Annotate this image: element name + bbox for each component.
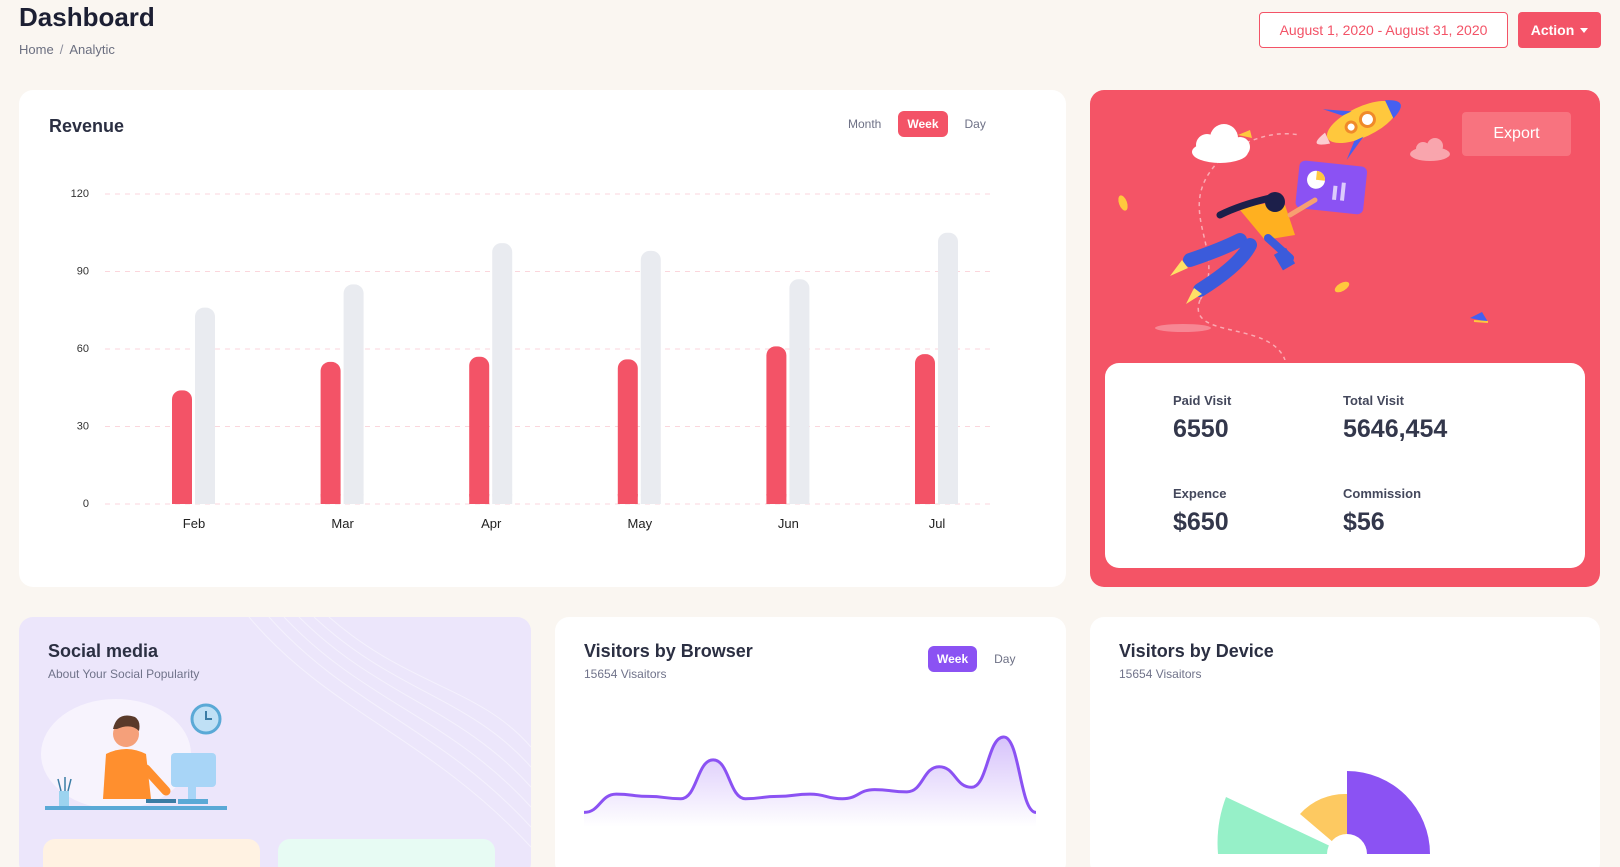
stat-expence: Expence $650 [1173, 486, 1229, 537]
bar-base [915, 494, 935, 504]
stat-label: Commission [1343, 486, 1422, 501]
stat-paid-visit: Paid Visit 6550 [1173, 393, 1231, 444]
bar-mar-series-1 [320, 361, 341, 504]
caret-down-icon [1580, 27, 1589, 33]
revenue-card: Revenue Month Week Day 0 30 60 90 120 Feb Mar A… [19, 90, 1066, 587]
bar-jun-series-1 [766, 346, 787, 504]
breadcrumb-home[interactable]: Home [19, 42, 54, 57]
bar-may-series-1 [617, 359, 638, 504]
promo-card: Export Paid Visit 6550 Total Visit 5646,… [1090, 90, 1600, 587]
stat-value: 6550 [1173, 415, 1229, 443]
revenue-bar-chart: 0 30 60 90 120 Feb Mar Apr May Jun Jul [71, 188, 994, 531]
bar-base [172, 494, 192, 504]
x-tick-label: Jun [778, 516, 799, 531]
stat-label: Total Visit [1343, 393, 1404, 408]
bar-mar-series-2 [343, 284, 364, 504]
stat-value: $650 [1173, 508, 1229, 536]
social-stat-card-1[interactable] [43, 839, 260, 867]
page-title: Dashboard [19, 2, 155, 32]
y-tick-label: 90 [77, 266, 89, 278]
social-stat-card-2[interactable] [278, 839, 495, 867]
breadcrumb-separator: / [59, 42, 64, 57]
stat-value: 5646,454 [1343, 415, 1448, 443]
action-label: Action [1530, 22, 1575, 38]
device-polar-chart [1217, 771, 1430, 867]
bar-base [343, 494, 364, 504]
area-fill [584, 737, 1036, 827]
x-tick-label: Feb [183, 516, 205, 531]
bar-jul-series-2 [938, 232, 958, 504]
visitors-by-browser-card: Visitors by Browser 15654 Visaitors Week… [555, 617, 1066, 867]
browser-area-chart [583, 735, 1037, 827]
date-range-picker[interactable]: August 1, 2020 - August 31, 2020 [1259, 12, 1508, 48]
y-tick-label: 120 [71, 188, 89, 200]
bar-may-series-2 [640, 250, 661, 504]
bar-base [617, 494, 638, 504]
bar-base [195, 494, 215, 504]
y-tick-label: 30 [77, 421, 89, 433]
bar-apr-series-1 [469, 356, 490, 504]
x-tick-label: May [628, 516, 653, 531]
person-at-computer-illustration [41, 699, 227, 810]
action-dropdown-button[interactable]: Action [1518, 12, 1601, 48]
social-title: Social media [48, 641, 159, 661]
bar-apr-series-2 [492, 243, 513, 505]
bar-feb-series-2 [195, 307, 215, 504]
export-button[interactable]: Export [1462, 112, 1571, 156]
bar-base [320, 494, 341, 504]
breadcrumb-current: Analytic [69, 42, 115, 57]
social-media-card: Social media About Your Social Popularit… [19, 617, 531, 867]
bar-jun-series-2 [789, 279, 810, 504]
x-tick-label: Apr [481, 516, 502, 531]
social-subtitle: About Your Social Popularity [48, 667, 200, 681]
bar-base [789, 494, 810, 504]
bar-feb-series-1 [172, 390, 192, 504]
x-tick-label: Mar [331, 516, 354, 531]
x-tick-label: Jul [929, 516, 946, 531]
breadcrumb: Home / Analytic [19, 42, 115, 57]
bar-base [492, 494, 513, 504]
bar-base [938, 494, 958, 504]
bar-base [640, 494, 661, 504]
bar-base [469, 494, 490, 504]
visit-stats-panel: Paid Visit 6550 Total Visit 5646,454 Exp… [1105, 363, 1585, 568]
stat-label: Expence [1173, 486, 1227, 501]
y-tick-label: 60 [77, 343, 89, 355]
bar-jul-series-1 [915, 354, 935, 504]
stat-label: Paid Visit [1173, 393, 1232, 408]
bar-base [766, 494, 787, 504]
stat-value: $56 [1343, 508, 1385, 536]
visitors-by-device-card: Visitors by Device 15654 Visaitors [1090, 617, 1600, 867]
stat-commission: Commission $56 [1343, 486, 1421, 537]
stat-total-visit: Total Visit 5646,454 [1343, 393, 1447, 444]
y-tick-label: 0 [83, 498, 89, 510]
